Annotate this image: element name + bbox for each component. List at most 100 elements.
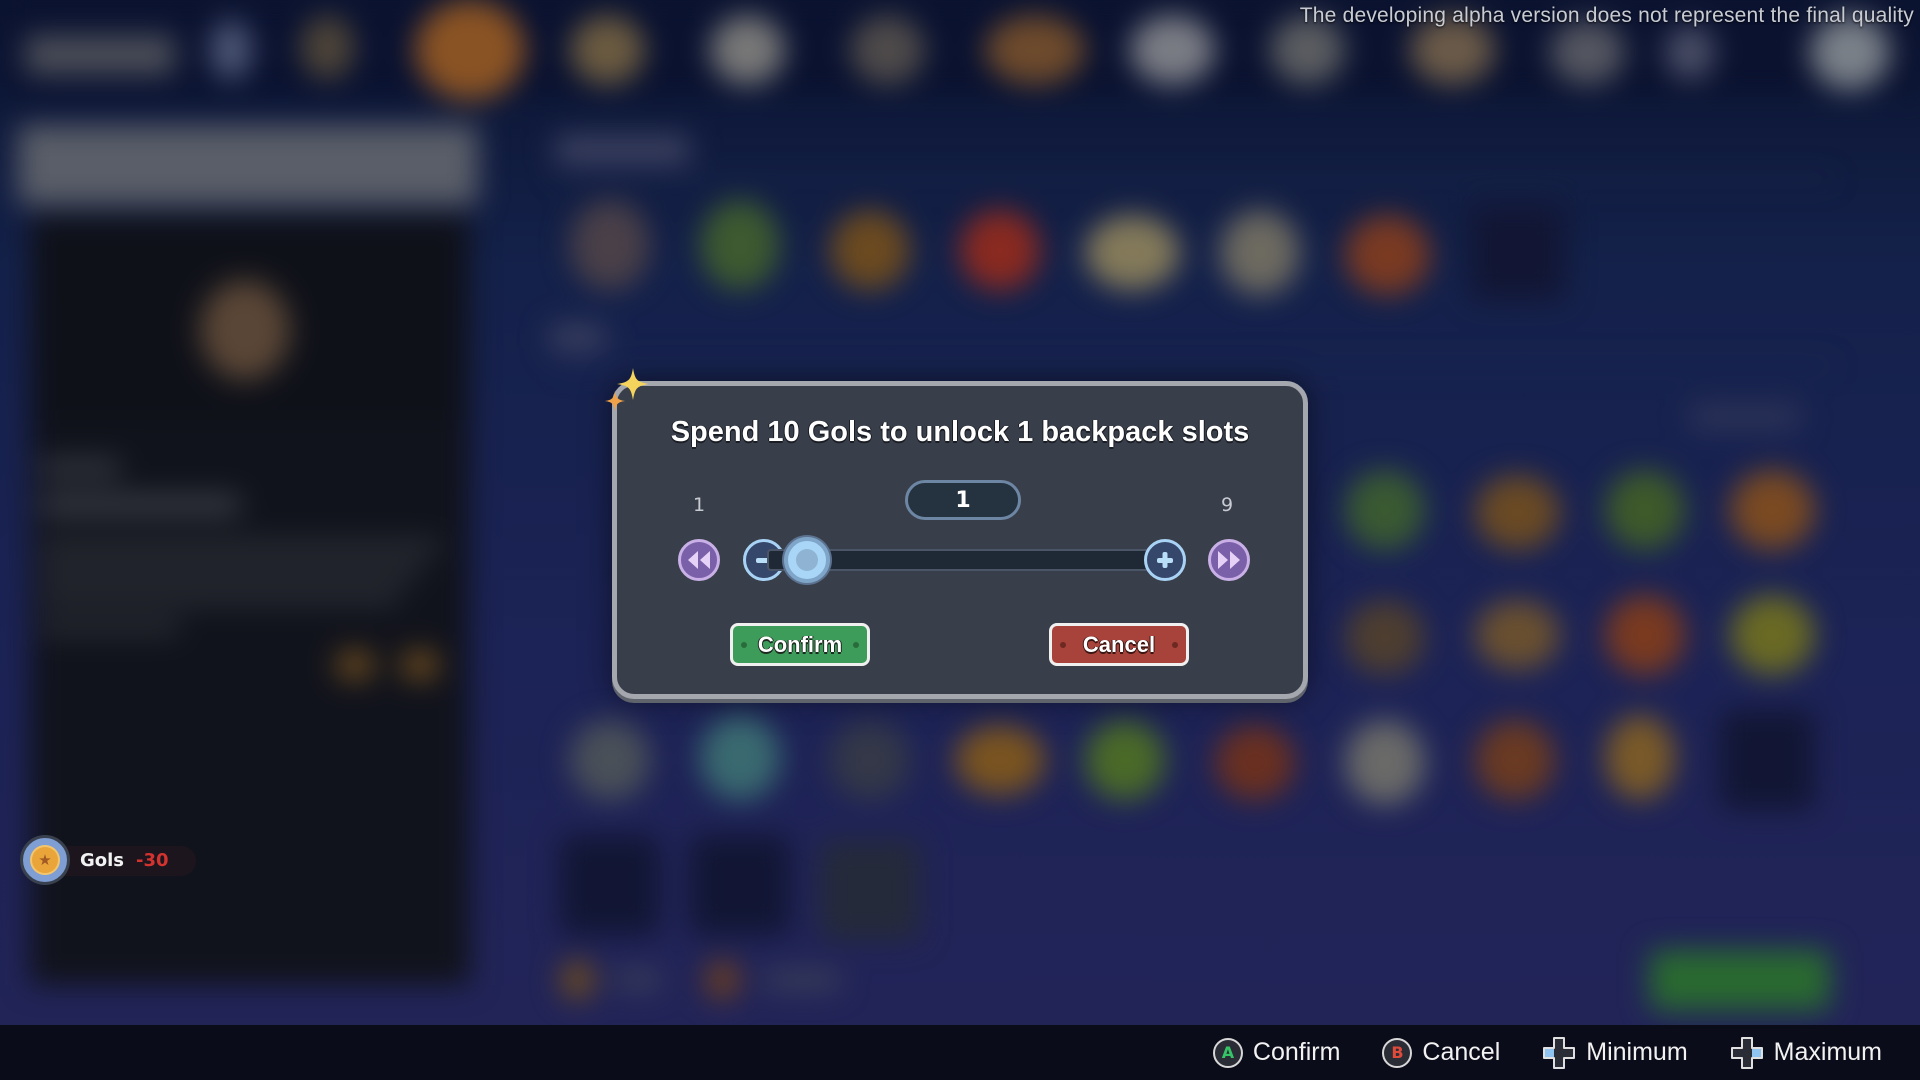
- item-slot: [1345, 720, 1425, 805]
- star-coin-icon: ★: [30, 845, 60, 875]
- legend-text: [765, 970, 840, 990]
- nav-icon: [570, 15, 645, 85]
- unlock-slots-dialog: Spend 10 Gols to unlock 1 backpack slots…: [605, 368, 1308, 699]
- hint-label: Confirm: [1252, 1038, 1341, 1066]
- section-divider: [555, 178, 1835, 180]
- section-divider: [555, 365, 1835, 367]
- nav-icon: [850, 15, 925, 85]
- item-slot: [1345, 215, 1430, 295]
- button-decor-dot: [853, 641, 859, 648]
- item-slot: [1730, 470, 1815, 550]
- nav-icon: [985, 15, 1085, 85]
- background-action-button: [1650, 950, 1830, 1010]
- item-slot-empty: [1470, 205, 1565, 300]
- hint-confirm[interactable]: A Confirm: [1212, 1037, 1341, 1068]
- item-slot: [960, 210, 1040, 290]
- button-decor-dot: [1172, 641, 1178, 648]
- sort-placeholder: [1690, 405, 1800, 429]
- controller-hint-bar: A Confirm B Cancel Minimum Maximum: [0, 1025, 1920, 1080]
- button-decor-dot: [741, 641, 747, 648]
- increase-button[interactable]: [1144, 539, 1186, 581]
- legend-text: [615, 970, 660, 990]
- set-maximum-button[interactable]: [1208, 539, 1250, 581]
- alpha-version-notice: The developing alpha version does not re…: [1299, 4, 1914, 27]
- slider-min-label: 1: [693, 494, 706, 516]
- item-slot: [1215, 725, 1295, 800]
- section-title-placeholder: [555, 135, 690, 165]
- item-slot: [1085, 720, 1165, 800]
- sparkle-small-icon: [605, 391, 625, 411]
- hint-label: Cancel: [1422, 1038, 1501, 1066]
- quantity-slider-thumb[interactable]: [784, 537, 830, 583]
- quantity-value-field[interactable]: 1: [905, 480, 1021, 520]
- dialog-title: Spend 10 Gols to unlock 1 backpack slots: [670, 416, 1250, 448]
- nav-icon: [710, 15, 785, 85]
- fast-forward-to-max-icon: [1218, 551, 1240, 569]
- item-slot: [1605, 470, 1685, 550]
- dpad-right-icon: [1730, 1036, 1763, 1069]
- item-slot: [1085, 215, 1180, 290]
- price-icon: [335, 650, 375, 680]
- cancel-button-label: Cancel: [1082, 631, 1156, 657]
- text-placeholder: [40, 540, 440, 554]
- hint-minimum[interactable]: Minimum: [1542, 1036, 1688, 1070]
- rewind-to-min-icon: [688, 551, 710, 569]
- item-slot-empty: [1720, 710, 1815, 810]
- text-placeholder: [40, 620, 180, 634]
- item-slot: [1345, 600, 1425, 675]
- item-slot: [1605, 715, 1675, 800]
- item-slot: [1220, 210, 1300, 295]
- hint-cancel[interactable]: B Cancel: [1382, 1037, 1501, 1068]
- price-icon: [400, 650, 440, 680]
- quantity-value: 1: [955, 487, 971, 513]
- nav-icon: [300, 15, 355, 80]
- item-slot: [1475, 475, 1560, 550]
- text-placeholder: [40, 495, 240, 515]
- item-slot: [1475, 720, 1555, 800]
- nav-title-placeholder: [25, 35, 175, 75]
- item-slot: [1475, 600, 1560, 670]
- item-slot-empty: [690, 835, 790, 935]
- currency-icon-ring: ★: [20, 835, 70, 885]
- legend-icon: [560, 960, 595, 1000]
- currency-name: Gols: [80, 849, 125, 871]
- item-slot: [955, 725, 1045, 795]
- text-placeholder: [40, 460, 120, 476]
- item-slot: [570, 200, 650, 290]
- item-slot: [1605, 595, 1685, 675]
- item-slot-locked: [820, 840, 920, 940]
- item-slot: [830, 720, 910, 800]
- item-slot: [700, 200, 780, 290]
- legend-icon: [705, 960, 740, 1000]
- item-slot: [830, 210, 910, 290]
- item-slot: [570, 720, 650, 800]
- nav-icon: [1665, 25, 1715, 80]
- plus-icon: [1157, 552, 1173, 568]
- nav-icon-active: [415, 0, 525, 100]
- nav-icon: [1550, 20, 1625, 85]
- hint-maximum[interactable]: Maximum: [1730, 1036, 1882, 1070]
- b-button-icon: B: [1382, 1037, 1413, 1068]
- item-slot: [700, 715, 780, 800]
- currency-badge: ★ Gols -30: [20, 835, 196, 885]
- item-slot-empty: [560, 835, 660, 935]
- item-slot: [1345, 470, 1425, 550]
- item-detail-header: [18, 125, 478, 205]
- text-placeholder: [40, 590, 400, 604]
- currency-change: -30: [136, 849, 169, 871]
- hint-label: Maximum: [1773, 1038, 1882, 1066]
- nav-icon: [1130, 15, 1215, 85]
- hint-label: Minimum: [1586, 1038, 1688, 1066]
- slider-thumb-core: [796, 549, 818, 571]
- hint-list: A Confirm B Cancel Minimum Maximum: [1212, 1025, 1882, 1080]
- nav-icon: [210, 20, 252, 80]
- item-slot: [1730, 595, 1815, 675]
- button-decor-dot: [1060, 641, 1066, 648]
- set-minimum-button[interactable]: [678, 539, 720, 581]
- dpad-left-icon: [1543, 1036, 1576, 1069]
- item-preview-image: [200, 280, 290, 380]
- confirm-button[interactable]: Confirm: [730, 623, 870, 666]
- cancel-button[interactable]: Cancel: [1049, 623, 1189, 666]
- confirm-button-label: Confirm: [757, 631, 843, 657]
- a-button-icon: A: [1212, 1037, 1243, 1068]
